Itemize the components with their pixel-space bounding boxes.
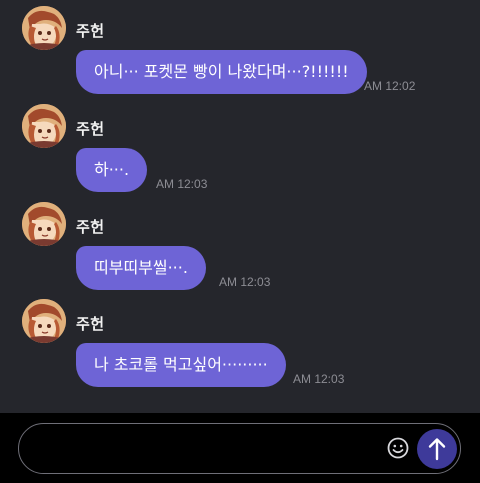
message-time: AM 12:03 xyxy=(219,275,271,289)
message-time: AM 12:03 xyxy=(156,177,208,191)
message-time: AM 12:03 xyxy=(293,372,345,386)
message-composer xyxy=(0,413,480,483)
avatar[interactable] xyxy=(22,6,66,50)
message-bubble[interactable]: 하···. xyxy=(76,148,148,192)
avatar-image xyxy=(22,299,66,343)
send-button[interactable] xyxy=(417,429,457,469)
message-bubble[interactable]: 아니··· 포켓몬 빵이 나왔다며···?!!!!!! xyxy=(76,50,367,94)
sender-name: 주헌 xyxy=(76,315,105,333)
message-bubble[interactable]: 띠부띠부씰···. xyxy=(76,246,206,290)
avatar-image xyxy=(22,104,66,148)
avatar[interactable] xyxy=(22,202,66,246)
avatar[interactable] xyxy=(22,299,66,343)
sender-name: 주헌 xyxy=(76,22,105,40)
message-time: AM 12:02 xyxy=(364,79,416,93)
message-input[interactable] xyxy=(37,432,381,467)
chat-area: 주헌 아니··· 포켓몬 빵이 나왔다며···?!!!!!! AM 12:02 … xyxy=(0,0,480,413)
avatar-image xyxy=(22,202,66,246)
avatar-image xyxy=(22,6,66,50)
smiley-face-icon[interactable] xyxy=(386,436,410,460)
avatar[interactable] xyxy=(22,104,66,148)
message-input-box[interactable] xyxy=(18,423,461,474)
message-bubble[interactable]: 나 초코롤 먹고싶어········· xyxy=(76,343,286,387)
sender-name: 주헌 xyxy=(76,218,105,236)
sender-name: 주헌 xyxy=(76,120,105,138)
arrow-up-icon xyxy=(428,438,446,461)
